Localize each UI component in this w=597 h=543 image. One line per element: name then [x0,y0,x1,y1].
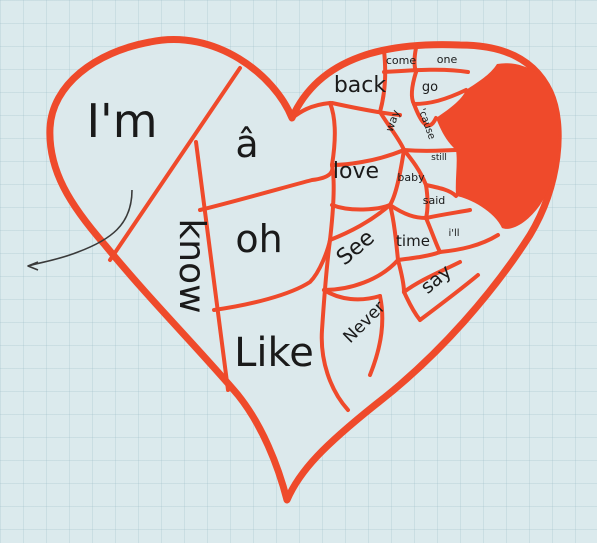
word-time: time [396,232,430,250]
word-like: Like [234,330,314,376]
word-baby: baby [397,171,425,184]
word-ill: i'll [448,228,459,239]
word-back: back [334,73,387,98]
word-one: one [437,53,458,66]
heart-word-diagram: I'm know â oh Like back come one go way … [27,36,562,504]
word-come: come [386,54,416,67]
word-said: said [423,194,446,207]
word-go: go [422,80,438,95]
word-im: I'm [86,94,157,148]
whiteboard-canvas[interactable]: I'm know â oh Like back come one go way … [0,0,597,543]
word-still: still [431,153,447,163]
word-a-circ: â [235,122,258,166]
word-love: love [333,159,379,184]
word-know: know [171,218,212,313]
word-oh: oh [235,217,282,261]
